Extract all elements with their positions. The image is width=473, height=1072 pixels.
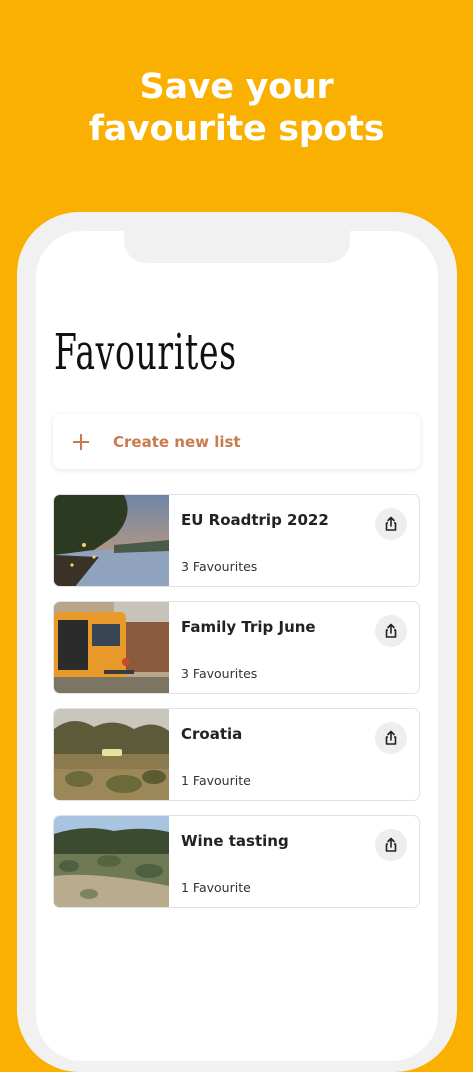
share-icon [385,730,397,745]
list-item[interactable]: Croatia 1 Favourite [53,708,420,801]
phone-notch [124,231,350,263]
share-button[interactable] [375,722,407,754]
headline-line-2: favourite spots [88,109,385,149]
share-button[interactable] [375,508,407,540]
share-icon [385,837,397,852]
share-icon [385,516,397,531]
list-thumbnail-image [54,816,169,907]
create-new-list-label: Create new list [113,432,241,451]
plus-icon [73,433,89,450]
share-icon [385,623,397,638]
marketing-headline: Save your favourite spots [0,66,473,150]
create-new-list-button[interactable]: Create new list [53,414,420,469]
list-favourite-count: 1 Favourite [181,773,251,788]
list-item[interactable]: EU Roadtrip 2022 3 Favourites [53,494,420,587]
share-button[interactable] [375,829,407,861]
list-title: EU Roadtrip 2022 [181,511,329,529]
list-item[interactable]: Family Trip June 3 Favourites [53,601,420,694]
list-thumbnail-image [54,709,169,800]
page-title: Favourites [54,323,237,381]
list-title: Croatia [181,725,243,743]
list-favourite-count: 3 Favourites [181,559,258,574]
share-button[interactable] [375,615,407,647]
headline-line-1: Save your [139,67,334,107]
list-thumbnail-image [54,602,169,693]
list-title: Wine tasting [181,832,289,850]
list-item[interactable]: Wine tasting 1 Favourite [53,815,420,908]
list-thumbnail-image [54,495,169,586]
list-title: Family Trip June [181,618,316,636]
list-favourite-count: 3 Favourites [181,666,258,681]
list-favourite-count: 1 Favourite [181,880,251,895]
